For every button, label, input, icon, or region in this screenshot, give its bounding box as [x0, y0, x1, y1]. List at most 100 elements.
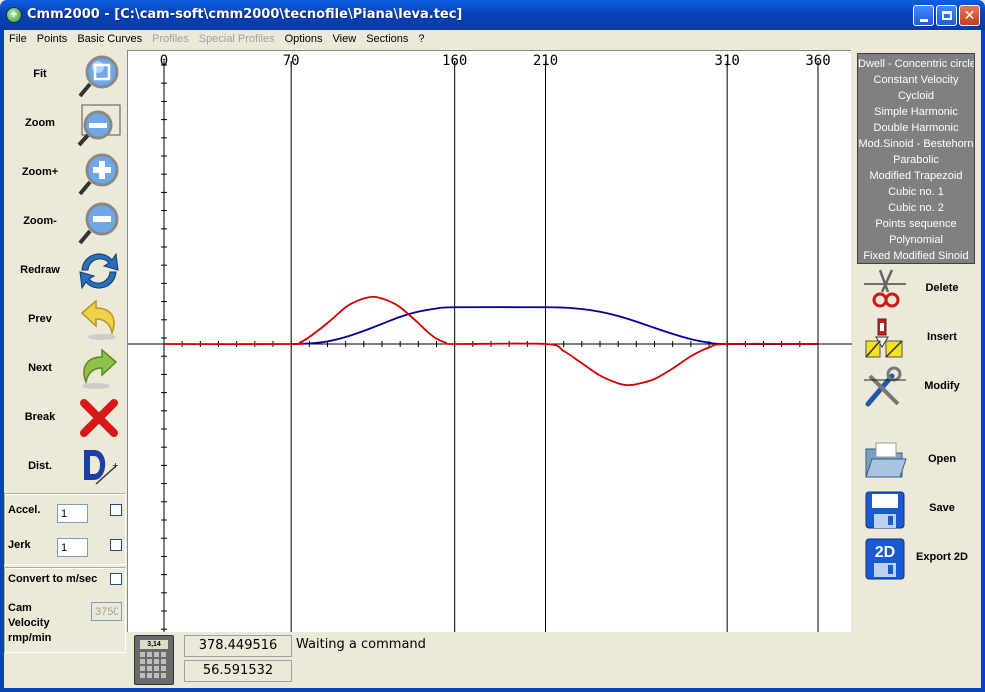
- series-red-line: [163, 295, 819, 387]
- zoom-label: Zoom: [25, 117, 55, 129]
- convert-label: Convert to m/sec: [8, 573, 98, 585]
- distance-d-icon: +: [84, 450, 119, 485]
- zoom-in-button[interactable]: Zoom+: [4, 148, 126, 197]
- curve-item[interactable]: Cycloid: [858, 88, 974, 104]
- zoom-out-button[interactable]: Zoom-: [4, 197, 126, 246]
- curve-item[interactable]: Simple Harmonic: [858, 104, 974, 120]
- curve-item[interactable]: Fixed Modified Sinoid: [858, 248, 974, 264]
- scissors-cut-icon: [864, 269, 906, 308]
- dist-button[interactable]: Dist. +: [4, 442, 126, 491]
- curve-item[interactable]: Polynomial: [858, 232, 974, 248]
- fit-button[interactable]: Fit: [4, 50, 126, 99]
- open-label: Open: [927, 453, 957, 465]
- fit-label: Fit: [33, 68, 47, 80]
- export-2d-button[interactable]: 2D Export 2D: [860, 535, 978, 584]
- status-bar: 3,14 378.449516 56.591532 Waiting a comm…: [127, 632, 853, 688]
- cam-law-chart: 0 70 160 210 310 360: [128, 53, 852, 633]
- open-button[interactable]: Open: [860, 437, 978, 486]
- curve-item[interactable]: Mod.Sinoid - Bestehorn: [858, 136, 974, 152]
- window-border-bottom: [0, 688, 985, 692]
- modify-button[interactable]: Modify: [860, 364, 978, 413]
- menu-options[interactable]: Options: [280, 33, 328, 45]
- open-folder-icon: [865, 442, 907, 478]
- zoom-button[interactable]: Zoom: [4, 99, 126, 148]
- jerk-checkbox[interactable]: [110, 539, 122, 551]
- redraw-label: Redraw: [20, 264, 60, 276]
- velocity-group: Convert to m/sec Cam Velocity rmp/min: [4, 567, 126, 653]
- window-title: Cmm2000 - [C:\cam-soft\cmm2000\tecnofile…: [27, 7, 463, 22]
- tools-modify-icon: [864, 366, 906, 407]
- save-button[interactable]: Save: [860, 486, 978, 535]
- floppy-save-icon: [865, 491, 905, 529]
- cam-velocity-input[interactable]: [91, 602, 122, 621]
- curve-item[interactable]: Parabolic: [858, 152, 974, 168]
- break-button[interactable]: Break: [4, 393, 126, 442]
- insert-label: Insert: [927, 331, 957, 343]
- insert-button[interactable]: Insert: [860, 315, 978, 364]
- red-x-icon: [80, 399, 118, 437]
- convert-checkbox[interactable]: [110, 573, 122, 585]
- app-icon[interactable]: +: [6, 7, 22, 23]
- menu-points[interactable]: Points: [32, 33, 73, 45]
- window-border-right: [981, 30, 985, 692]
- menu-file[interactable]: File: [4, 33, 32, 45]
- status-message: Waiting a command: [296, 637, 426, 652]
- jerk-input[interactable]: [57, 538, 88, 557]
- prev-button[interactable]: Prev: [4, 295, 126, 344]
- menu-sections[interactable]: Sections: [361, 33, 413, 45]
- x-tick-label: 360: [805, 53, 830, 69]
- accel-input[interactable]: [57, 504, 88, 523]
- accel-jerk-group: Accel. Jerk: [4, 493, 126, 565]
- menu-profiles[interactable]: Profiles: [147, 33, 194, 45]
- redraw-button[interactable]: Redraw: [4, 246, 126, 295]
- curve-item[interactable]: Cubic no. 2: [858, 200, 974, 216]
- coord-x-readout: 378.449516: [184, 635, 292, 657]
- curve-item[interactable]: Modified Trapezoid: [858, 168, 974, 184]
- zoom-window-icon: [77, 104, 121, 147]
- svg-text:+: +: [112, 461, 119, 470]
- curve-item[interactable]: Points sequence: [858, 216, 974, 232]
- menu-basic-curves[interactable]: Basic Curves: [72, 33, 147, 45]
- modify-label: Modify: [924, 380, 960, 392]
- redraw-arrows-icon: [79, 252, 119, 290]
- menu-special-profiles[interactable]: Special Profiles: [194, 33, 280, 45]
- break-label: Break: [24, 411, 56, 423]
- dist-label: Dist.: [28, 460, 52, 472]
- zoom-in-icon: [78, 153, 119, 196]
- cam-velocity-label-1: Cam: [8, 602, 32, 614]
- zoom-out-icon: [78, 202, 119, 245]
- drawing-canvas[interactable]: 0 70 160 210 310 360: [127, 50, 852, 633]
- calculator-icon: [140, 652, 168, 680]
- menu-help[interactable]: ?: [413, 33, 429, 45]
- next-label: Next: [28, 362, 52, 374]
- curve-item[interactable]: Double Harmonic: [858, 120, 974, 136]
- title-bar: + Cmm2000 - [C:\cam-soft\cmm2000\tecnofi…: [0, 0, 985, 30]
- cam-velocity-label-2: Velocity: [8, 617, 50, 629]
- series-blue-line: [291, 306, 819, 346]
- delete-label: Delete: [925, 282, 959, 294]
- maximize-icon: [942, 11, 952, 20]
- curve-type-list[interactable]: Dwell - Concentric circle Constant Veloc…: [857, 53, 975, 264]
- export-2d-icon: 2D: [865, 538, 905, 580]
- minimize-button[interactable]: [913, 5, 934, 26]
- x-tick-label: 70: [283, 53, 300, 69]
- curve-item[interactable]: Dwell - Concentric circle: [858, 56, 974, 72]
- x-tick-label: 310: [715, 53, 740, 69]
- jerk-label: Jerk: [8, 539, 31, 551]
- accel-checkbox[interactable]: [110, 504, 122, 516]
- svg-text:2D: 2D: [875, 544, 895, 561]
- curve-item[interactable]: Cubic no. 1: [858, 184, 974, 200]
- calculator-button[interactable]: 3,14: [134, 635, 174, 685]
- menu-view[interactable]: View: [328, 33, 362, 45]
- accel-label: Accel.: [8, 504, 41, 516]
- close-icon: ✕: [963, 7, 976, 23]
- coord-y-readout: 56.591532: [184, 660, 292, 682]
- minimize-icon: [920, 19, 928, 22]
- delete-button[interactable]: Delete: [860, 266, 978, 315]
- next-button[interactable]: Next: [4, 344, 126, 393]
- maximize-button[interactable]: [936, 5, 957, 26]
- cam-velocity-label-3: rmp/min: [8, 632, 52, 644]
- curve-item[interactable]: Constant Velocity: [858, 72, 974, 88]
- calculator-display: 3,14: [140, 640, 168, 649]
- close-button[interactable]: ✕: [959, 5, 980, 26]
